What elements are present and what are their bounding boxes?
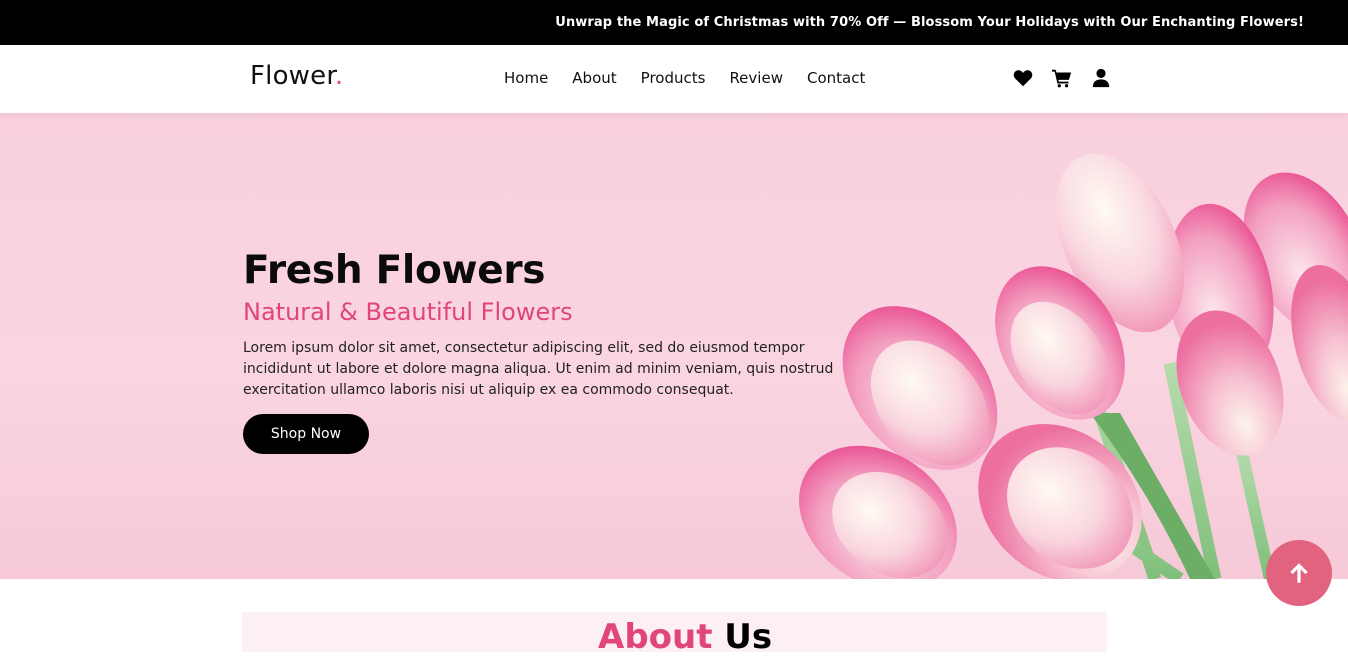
- nav-link-home[interactable]: Home: [504, 69, 548, 87]
- nav-link-review[interactable]: Review: [729, 69, 783, 87]
- scroll-to-top-button[interactable]: [1266, 540, 1332, 606]
- hero-subtitle: Natural & Beautiful Flowers: [243, 298, 573, 326]
- logo-text: Flower: [250, 61, 335, 91]
- tulip-bouquet-image: [799, 153, 1348, 579]
- nav-icons: [1012, 67, 1112, 89]
- arrow-up-icon: [1290, 563, 1308, 583]
- shop-now-button[interactable]: Shop Now: [243, 414, 369, 454]
- cart-icon[interactable]: [1051, 67, 1073, 89]
- heart-icon[interactable]: [1012, 67, 1034, 89]
- announcement-bar: Unwrap the Magic of Christmas with 70% O…: [0, 0, 1348, 45]
- announcement-text: Unwrap the Magic of Christmas with 70% O…: [555, 15, 1304, 30]
- nav-link-contact[interactable]: Contact: [807, 69, 865, 87]
- hero-section: Fresh Flowers Natural & Beautiful Flower…: [0, 113, 1348, 579]
- nav-link-products[interactable]: Products: [641, 69, 706, 87]
- nav-link-about[interactable]: About: [572, 69, 616, 87]
- about-heading-accent: About: [598, 617, 713, 657]
- navbar: Flower. Home About Products Review Conta…: [0, 45, 1348, 113]
- logo[interactable]: Flower.: [250, 61, 343, 91]
- hero-title: Fresh Flowers: [243, 248, 546, 293]
- nav-links: Home About Products Review Contact: [504, 69, 865, 87]
- about-heading-rest: Us: [712, 617, 773, 657]
- hero-description: Lorem ipsum dolor sit amet, consectetur …: [243, 340, 834, 398]
- user-icon[interactable]: [1090, 67, 1112, 89]
- logo-dot: .: [334, 61, 344, 91]
- about-heading: About Us: [598, 617, 772, 657]
